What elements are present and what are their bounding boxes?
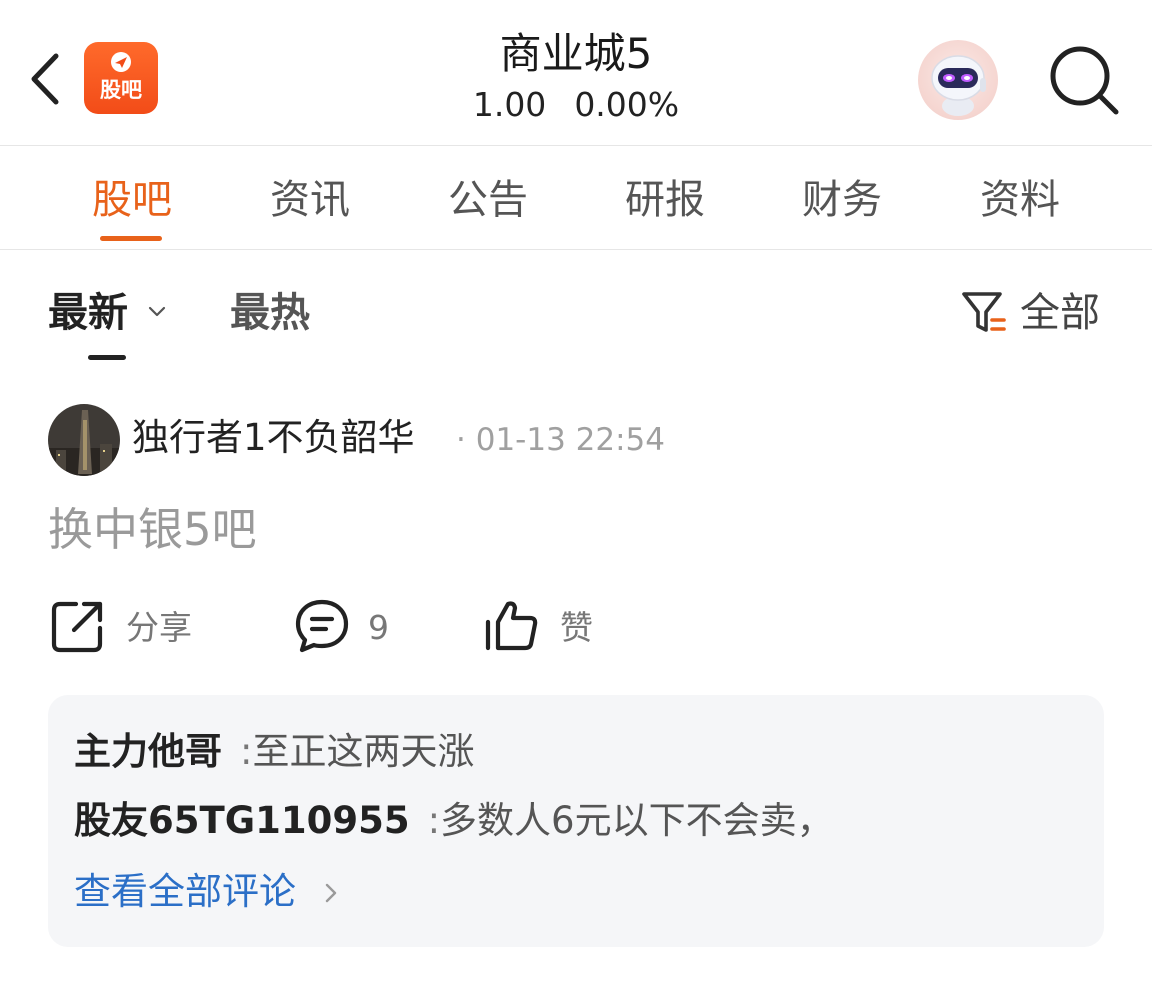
tab-announcements[interactable]: 公告	[442, 172, 534, 232]
chevron-right-icon[interactable]	[322, 881, 340, 905]
search-button[interactable]	[1046, 42, 1122, 118]
tab-guba[interactable]: 股吧	[86, 172, 178, 232]
comment-count: 9	[368, 608, 389, 647]
chevron-left-icon	[31, 53, 59, 105]
comment-item: 股友65TG110955:多数人6元以下不会卖，	[74, 794, 834, 848]
avatar-image	[48, 404, 120, 476]
share-label: 分享	[126, 608, 192, 647]
comment-author[interactable]: 主力他哥	[74, 730, 222, 773]
view-all-comments-link[interactable]: 查看全部评论	[74, 865, 296, 919]
comment-text: 多数人6元以下不会卖，	[440, 799, 834, 842]
chevron-down-icon[interactable]	[146, 300, 168, 322]
comment-separator: :	[240, 730, 253, 773]
comment-icon	[295, 599, 349, 653]
stock-change-pct: 0.00%	[574, 85, 680, 124]
user-avatar[interactable]	[48, 404, 120, 476]
post-time-text: 01-13 22:54	[475, 422, 665, 458]
stock-quote: 1.00 0.00%	[376, 82, 776, 128]
comment-preview-card: 主力他哥:至正这两天涨 股友65TG110955:多数人6元以下不会卖， 查看全…	[48, 695, 1104, 947]
filter-label: 全部	[1020, 290, 1100, 336]
sort-latest[interactable]: 最新	[48, 286, 128, 340]
post-username[interactable]: 独行者1不负韶华	[132, 412, 415, 464]
section-tabs: 股吧 资讯 公告 研报 财务 资料	[0, 146, 1152, 250]
comment-text: 至正这两天涨	[252, 730, 475, 773]
like-button[interactable]: 赞	[484, 598, 604, 658]
post-content[interactable]: 换中银5吧	[48, 500, 257, 560]
filter-icon	[962, 292, 1006, 332]
logo-text: 股吧	[100, 78, 142, 102]
back-button[interactable]	[22, 44, 70, 114]
stock-title-block: 商业城5 1.00 0.00%	[376, 28, 776, 128]
comment-item: 主力他哥:至正这两天涨	[74, 725, 474, 779]
stock-price: 1.00	[472, 85, 547, 124]
share-button[interactable]: 分享	[50, 598, 210, 658]
robot-assistant-icon	[931, 55, 986, 116]
like-label: 赞	[560, 608, 593, 647]
tab-finance[interactable]: 财务	[796, 172, 888, 232]
guba-logo[interactable]: 股吧	[84, 42, 158, 114]
page-title: 商业城5	[499, 29, 653, 78]
share-icon	[51, 601, 103, 653]
thumbs-up-icon	[485, 601, 538, 651]
assistant-button[interactable]	[918, 40, 998, 120]
search-icon	[1050, 46, 1119, 115]
comment-author[interactable]: 股友65TG110955	[74, 799, 410, 842]
tab-news[interactable]: 资讯	[264, 172, 356, 232]
tab-research[interactable]: 研报	[619, 172, 711, 232]
tab-profile[interactable]: 资料	[974, 172, 1066, 232]
sort-active-indicator	[88, 355, 126, 360]
post-timestamp: · 01-13 22:54	[456, 422, 665, 458]
filter-button[interactable]: 全部	[960, 286, 1110, 342]
comment-button[interactable]: 9	[294, 598, 404, 658]
sort-hot[interactable]: 最热	[230, 286, 310, 340]
active-tab-indicator	[100, 236, 162, 241]
top-bar: 股吧 商业城5 1.00 0.00%	[0, 0, 1152, 146]
comment-separator: :	[427, 799, 441, 842]
